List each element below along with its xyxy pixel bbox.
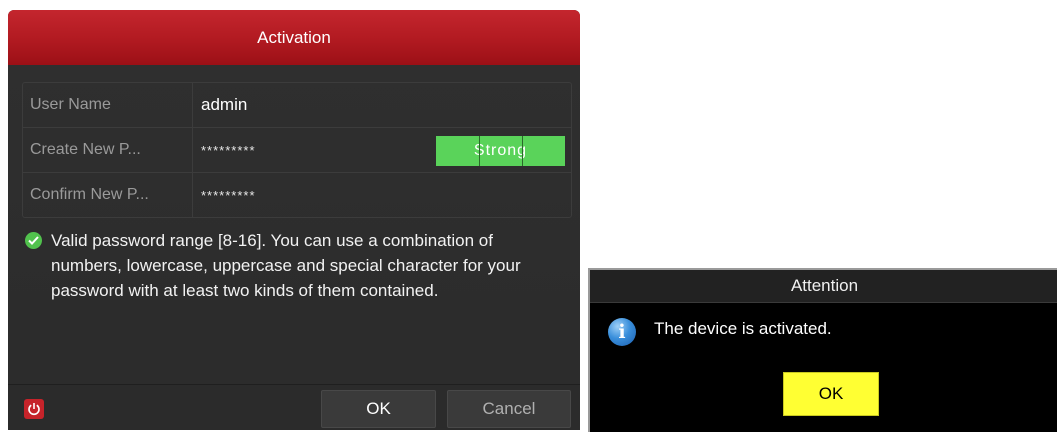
strength-segment-divider — [522, 136, 523, 166]
hint-text: Valid password range [8-16]. You can use… — [51, 231, 521, 300]
activation-title: Activation — [257, 27, 331, 47]
attention-message: The device is activated. — [654, 319, 832, 338]
confirm-password-row: Confirm New P... ********* — [23, 173, 571, 217]
new-password-label: Create New P... — [23, 128, 193, 172]
activation-title-bar: Activation — [8, 10, 580, 65]
user-name-field[interactable]: admin — [193, 83, 571, 127]
password-hint: Valid password range [8-16]. You can use… — [25, 228, 565, 303]
power-icon[interactable] — [24, 399, 44, 419]
strength-segment-divider — [479, 136, 480, 166]
new-password-field[interactable]: ********* Strong — [193, 128, 571, 172]
confirm-password-field[interactable]: ********* — [193, 173, 571, 217]
strength-label: Strong — [473, 142, 528, 159]
check-icon — [25, 232, 42, 249]
password-strength-meter: Strong — [436, 136, 565, 166]
attention-title: Attention — [790, 276, 859, 295]
activation-cancel-button[interactable]: Cancel — [447, 390, 571, 428]
user-name-row: User Name admin — [23, 83, 571, 128]
new-password-value: ********* — [201, 142, 256, 158]
confirm-password-label: Confirm New P... — [23, 173, 193, 217]
attention-title-bar: Attention — [590, 270, 1057, 303]
activation-ok-button[interactable]: OK — [321, 390, 436, 428]
attention-ok-button[interactable]: OK — [783, 372, 879, 416]
activation-dialog: Activation User Name admin Create New P.… — [8, 10, 580, 430]
new-password-row: Create New P... ********* Strong — [23, 128, 571, 173]
user-name-label: User Name — [23, 83, 193, 127]
activation-form: User Name admin Create New P... ********… — [22, 82, 572, 218]
activation-body: User Name admin Create New P... ********… — [8, 65, 580, 430]
info-icon: i — [608, 318, 636, 346]
activation-footer: OK Cancel — [8, 384, 580, 430]
attention-dialog: Attention i The device is activated. OK — [588, 268, 1057, 432]
